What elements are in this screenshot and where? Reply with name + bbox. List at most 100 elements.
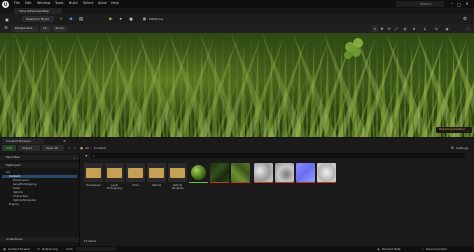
content-browser-panel: Content Browser × Add Import Save All ‹ … <box>0 138 474 246</box>
settings-link[interactable]: Settings <box>456 146 468 150</box>
asset-texture-grass-a-strip <box>210 182 229 183</box>
asset-texture-gray-b[interactable] <box>275 163 294 182</box>
lit-label: Lit <box>43 26 47 30</box>
asset-normal-map[interactable] <box>296 163 315 182</box>
menu-build[interactable]: Build <box>69 1 78 5</box>
asset-search-icon: ⌕ <box>93 153 95 158</box>
asset-texture-gray-a[interactable] <box>254 163 273 182</box>
add-button[interactable]: Add <box>2 145 16 151</box>
source-control-button[interactable]: ⑂ Source Control <box>420 246 470 252</box>
menu-help[interactable]: Help <box>111 1 119 5</box>
mode-selector-label: Selection Mode <box>26 16 49 21</box>
global-search-placeholder: Search <box>420 1 432 6</box>
streaming-badge-label: Streaming Disabled <box>439 127 465 131</box>
sources-panel: Favorites ⌕ MyProject All Content Develo… <box>0 153 80 246</box>
world-space-icon[interactable]: ◍ <box>402 26 408 32</box>
show-button[interactable]: Show <box>53 25 67 32</box>
asset-normal-map-strip <box>296 182 315 183</box>
angle-snap-icon[interactable]: ∠ <box>422 26 428 32</box>
asset-texture-gray-c-strip <box>317 182 336 183</box>
save-icon[interactable]: ▣ <box>4 16 10 22</box>
global-search-box[interactable]: Search <box>396 1 444 7</box>
grid-snap-icon[interactable]: # <box>411 26 417 32</box>
content-drawer-button[interactable]: ▤ Content Drawer <box>2 246 34 252</box>
derived-data-label: Derived Data <box>382 246 401 251</box>
asset-texture-gray-c[interactable] <box>317 163 336 182</box>
grass-scene <box>0 33 474 137</box>
save-all-button[interactable]: Save All <box>42 145 64 151</box>
platforms-icon: ▦ <box>142 17 147 21</box>
asset-folder-vehicle[interactable] <box>147 163 166 182</box>
output-log-icon: ▭ <box>37 247 40 251</box>
forward-icon[interactable]: › <box>72 145 77 151</box>
show-label: Show <box>55 26 64 30</box>
asset-material[interactable] <box>189 163 208 182</box>
asset-folder-developers[interactable] <box>84 163 103 182</box>
project-header[interactable]: MyProject <box>0 163 79 168</box>
stop-icon[interactable]: ■ <box>128 16 134 22</box>
maximize-icon[interactable]: □ <box>456 1 462 7</box>
close-tab-icon[interactable]: × <box>62 138 67 144</box>
platforms-menu[interactable]: ▦ Platforms <box>142 16 172 22</box>
level-viewport[interactable]: Streaming Disabled <box>0 33 474 137</box>
output-log-button[interactable]: ▭ Output Log <box>36 246 62 252</box>
play-options-icon[interactable]: ▸ <box>118 16 124 22</box>
asset-search-input[interactable]: ⌕ <box>91 153 465 158</box>
search-folders-icon[interactable]: ⌕ <box>72 155 77 160</box>
play-icon[interactable]: ▶ <box>108 16 114 22</box>
filter-icon[interactable]: ⧩ <box>83 153 89 158</box>
cmd-label[interactable]: Cmd <box>66 247 72 251</box>
settings-icon[interactable]: ⚙ <box>462 16 468 22</box>
collections-header[interactable]: Collections <box>0 237 79 242</box>
blueprint-icon[interactable]: ◆ <box>68 16 74 22</box>
menu-edit[interactable]: Edit <box>25 1 32 5</box>
breadcrumb-content[interactable]: Content <box>94 146 106 150</box>
folder-icon <box>107 168 122 178</box>
folder-icon <box>170 168 185 178</box>
settings-gear-icon[interactable]: ⚙ <box>450 145 455 151</box>
console-input[interactable] <box>76 247 116 251</box>
collections-label: Collections <box>6 237 23 241</box>
camera-speed-icon[interactable]: ◉ <box>444 26 450 32</box>
favorites-header[interactable]: Favorites <box>0 155 79 160</box>
lit-button[interactable]: Lit <box>40 25 51 32</box>
drawer-icon: ▤ <box>3 247 6 251</box>
asset-folder-level-prototyping[interactable] <box>105 163 124 182</box>
asset-folder-tools[interactable] <box>126 163 145 182</box>
content-browser-tab[interactable]: Content Browser <box>2 138 44 144</box>
menu-actor[interactable]: Actor <box>98 1 107 5</box>
scale-snap-icon[interactable]: ⇲ <box>433 26 439 32</box>
perspective-button[interactable]: Perspective <box>12 25 38 32</box>
material-sphere-icon <box>191 165 206 180</box>
asset-folder-vehicle-template[interactable] <box>168 163 187 182</box>
translate-icon[interactable]: ✥ <box>379 26 385 32</box>
source-control-label: Source Control <box>426 246 447 251</box>
close-icon[interactable]: × <box>464 1 470 7</box>
scale-icon[interactable]: ⤢ <box>393 26 399 32</box>
status-bar: ▤ Content Drawer ▭ Output Log Cmd ◈ Deri… <box>0 246 474 252</box>
maximize-viewport-icon[interactable]: ⛶ <box>465 26 471 32</box>
menu-select[interactable]: Select <box>83 1 93 5</box>
menu-file[interactable]: File <box>14 1 20 5</box>
asset-texture-grass-b[interactable] <box>231 163 250 182</box>
menu-window[interactable]: Window <box>37 1 50 5</box>
add-actor-icon[interactable]: + <box>58 16 64 22</box>
content-browser-tab-label: Content Browser <box>6 138 32 143</box>
viewport-menu-icon[interactable]: ≡ <box>3 26 9 32</box>
import-button[interactable]: Import <box>18 145 40 151</box>
folder-icon: ■ <box>80 146 83 150</box>
select-tool-icon[interactable]: ↖ <box>372 25 378 32</box>
cinematics-icon[interactable]: ▤ <box>78 16 84 22</box>
tree-item-engine[interactable]: Engine <box>9 203 19 206</box>
platforms-label: Platforms <box>149 16 164 21</box>
menu-tools[interactable]: Tools <box>55 1 63 5</box>
asset-texture-grass-a[interactable] <box>210 163 229 182</box>
minimize-icon[interactable]: – <box>449 1 455 7</box>
breadcrumb-all[interactable]: All <box>85 146 89 150</box>
mode-selector[interactable]: Selection Mode <box>22 16 54 22</box>
rotate-icon[interactable]: ⟳ <box>386 26 392 32</box>
save-all-label: Save All <box>46 145 59 150</box>
favorites-label: Favorites <box>6 155 20 159</box>
unreal-logo-icon[interactable]: U <box>2 0 9 8</box>
derived-data-button[interactable]: ◈ Derived Data <box>376 246 416 252</box>
